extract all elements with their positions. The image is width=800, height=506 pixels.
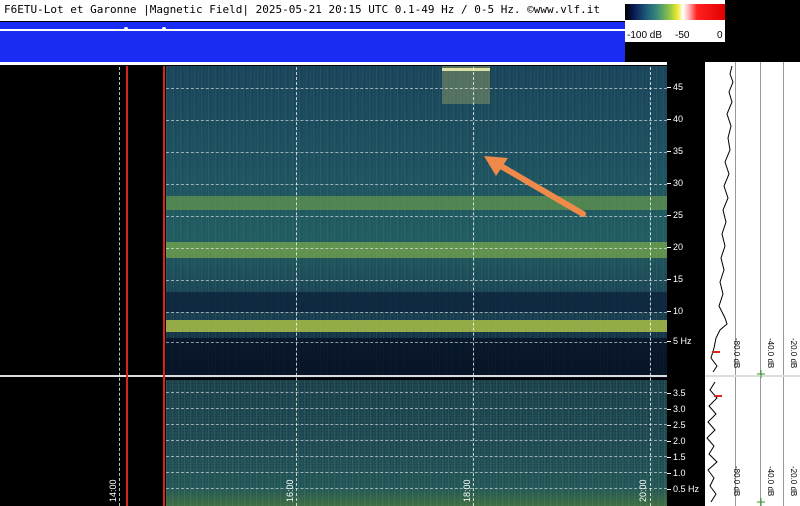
spectrogram-top-border — [0, 62, 667, 65]
time-gridline — [473, 62, 474, 506]
grid-line — [166, 248, 667, 249]
freq-tick: 2.5 — [667, 420, 686, 430]
timeline-marker — [162, 27, 166, 31]
grid-line — [166, 408, 667, 409]
power-scale-label: -20.0 dB — [789, 466, 798, 497]
grid-line — [166, 120, 667, 121]
time-gridline — [650, 62, 651, 506]
spectrogram-lower-panel — [0, 380, 667, 506]
resonance-band — [166, 242, 667, 258]
spectrogram-upper-panel — [0, 66, 667, 378]
grid-line — [166, 440, 667, 441]
colorbar-legend: -100 dB -50 0 — [625, 0, 725, 42]
grid-line — [166, 216, 667, 217]
timeline-marker — [124, 27, 128, 31]
colorbar-label-min: -100 dB — [627, 30, 663, 41]
colorbar-label-mid: -50 — [675, 30, 690, 41]
power-spectrum-trace — [706, 65, 765, 506]
power-scale-label: -80.0 dB — [732, 338, 741, 369]
freq-tick: 15 — [667, 274, 683, 284]
grid-line — [166, 488, 667, 489]
power-scale-label: -40.0 dB — [766, 466, 775, 497]
colorbar-gradient — [625, 4, 725, 20]
dark-band — [166, 292, 667, 312]
resonance-band — [166, 196, 667, 210]
power-scale-label: -80.0 dB — [732, 466, 741, 497]
grid-line — [166, 152, 667, 153]
freq-tick: 25 — [667, 210, 683, 220]
power-spectrum-panel: -80.0 dB -40.0 dB -20.0 dB -80.0 dB -40.… — [705, 62, 800, 506]
freq-tick: 40 — [667, 114, 683, 124]
grid-line — [166, 280, 667, 281]
freq-tick: 3.5 — [667, 388, 686, 398]
burst-region — [442, 66, 490, 104]
spectrogram: 14:00 16:00 18:00 20:00 — [0, 62, 800, 506]
dark-band — [166, 338, 667, 378]
title-strip: F6ETU-Lot et Garonne |Magnetic Field| 20… — [0, 0, 625, 22]
time-label-14: 14:00 — [108, 479, 118, 502]
freq-tick: 30 — [667, 178, 683, 188]
resonance-band — [166, 320, 667, 332]
freq-tick: 3.0 — [667, 404, 686, 414]
grid-line — [166, 312, 667, 313]
freq-tick: 45 — [667, 82, 683, 92]
grid-line — [166, 456, 667, 457]
freq-tick: 2.0 — [667, 436, 686, 446]
grid-line — [166, 88, 667, 89]
grid-line — [166, 392, 667, 393]
power-scale-label: -40.0 dB — [766, 338, 775, 369]
header-bar: F6ETU-Lot et Garonne |Magnetic Field| 20… — [0, 0, 625, 62]
time-label-16: 16:00 — [285, 479, 295, 502]
freq-tick: 1.5 — [667, 452, 686, 462]
grid-line — [166, 424, 667, 425]
freq-tick: 1.0 — [667, 468, 686, 478]
time-label-18: 18:00 — [462, 479, 472, 502]
burst-line — [442, 68, 490, 71]
freq-tick: 20 — [667, 242, 683, 252]
power-scale-label: -20.0 dB — [789, 338, 798, 369]
annotation-arrow-icon — [484, 156, 586, 217]
marker-line — [163, 66, 165, 506]
freq-tick: 5 Hz — [667, 336, 692, 346]
grid-line — [166, 342, 667, 343]
colorbar-label-max: 0 — [717, 30, 723, 41]
freq-tick: 35 — [667, 146, 683, 156]
frequency-axis: 45 40 35 30 25 20 15 10 5 Hz 3.5 3.0 2.5… — [667, 62, 705, 506]
time-gridline — [119, 62, 120, 506]
freq-tick: 10 — [667, 306, 683, 316]
time-gridline — [296, 62, 297, 506]
grid-line — [166, 184, 667, 185]
marker-line — [126, 66, 128, 506]
header-timeline — [0, 29, 625, 31]
title-text: F6ETU-Lot et Garonne |Magnetic Field| 20… — [4, 3, 601, 16]
time-label-20: 20:00 — [638, 479, 648, 502]
grid-line — [166, 472, 667, 473]
freq-tick: 0.5 Hz — [667, 484, 699, 494]
